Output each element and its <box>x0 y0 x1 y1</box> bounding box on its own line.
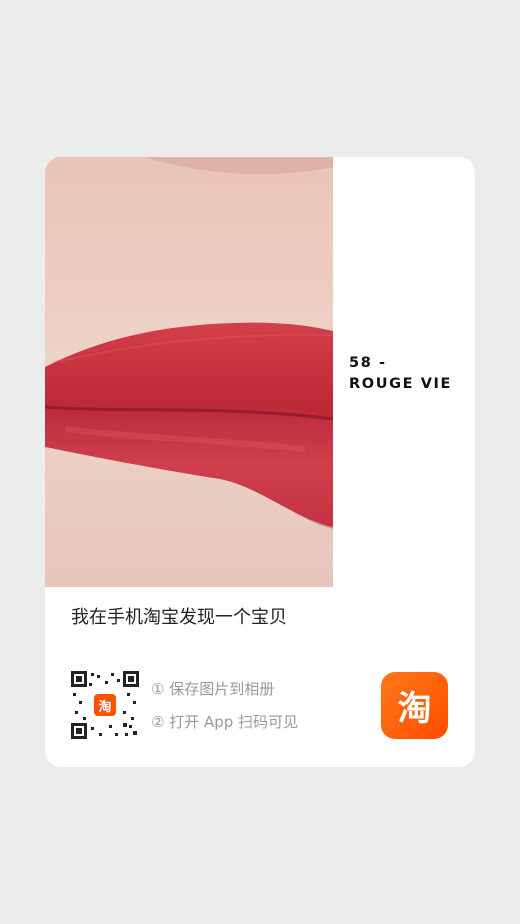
share-card: 58 - ROUGE VIE 我在手机淘宝发现一个宝贝 淘 ① 保存图片到相册 … <box>45 157 475 767</box>
taobao-app-icon: 淘 <box>381 672 448 739</box>
shade-name: ROUGE VIE <box>349 376 453 392</box>
step-save-image: ① 保存图片到相册 <box>151 680 275 698</box>
qr-code: 淘 <box>71 671 139 739</box>
taobao-qr-logo-icon: 淘 <box>92 692 118 718</box>
shade-label: 58 - ROUGE VIE <box>349 353 452 395</box>
lips-illustration <box>45 157 333 587</box>
product-photo <box>45 157 333 587</box>
share-headline: 我在手机淘宝发现一个宝贝 <box>71 607 287 628</box>
step-open-app-scan: ② 打开 App 扫码可见 <box>151 713 299 731</box>
shade-number: 58 - <box>349 355 387 371</box>
